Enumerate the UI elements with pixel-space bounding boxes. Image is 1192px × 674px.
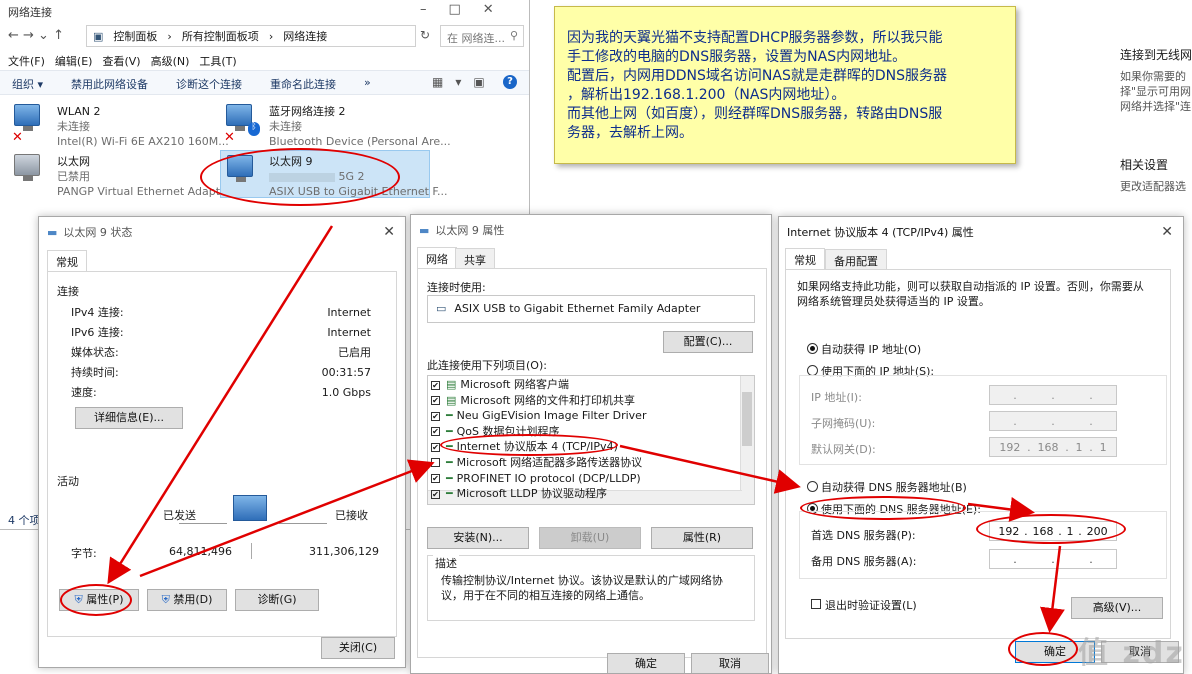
watermark-logo: 值 zdz bbox=[1078, 636, 1185, 671]
arrow-to-ok bbox=[1040, 545, 1065, 633]
arrow-to-dns-radio bbox=[619, 444, 801, 494]
arrow-to-dns-field bbox=[967, 497, 1035, 522]
annotation-arrows bbox=[107, 225, 1065, 633]
arrow-to-ipv4 bbox=[139, 459, 435, 578]
arrow-to-properties bbox=[107, 225, 334, 585]
